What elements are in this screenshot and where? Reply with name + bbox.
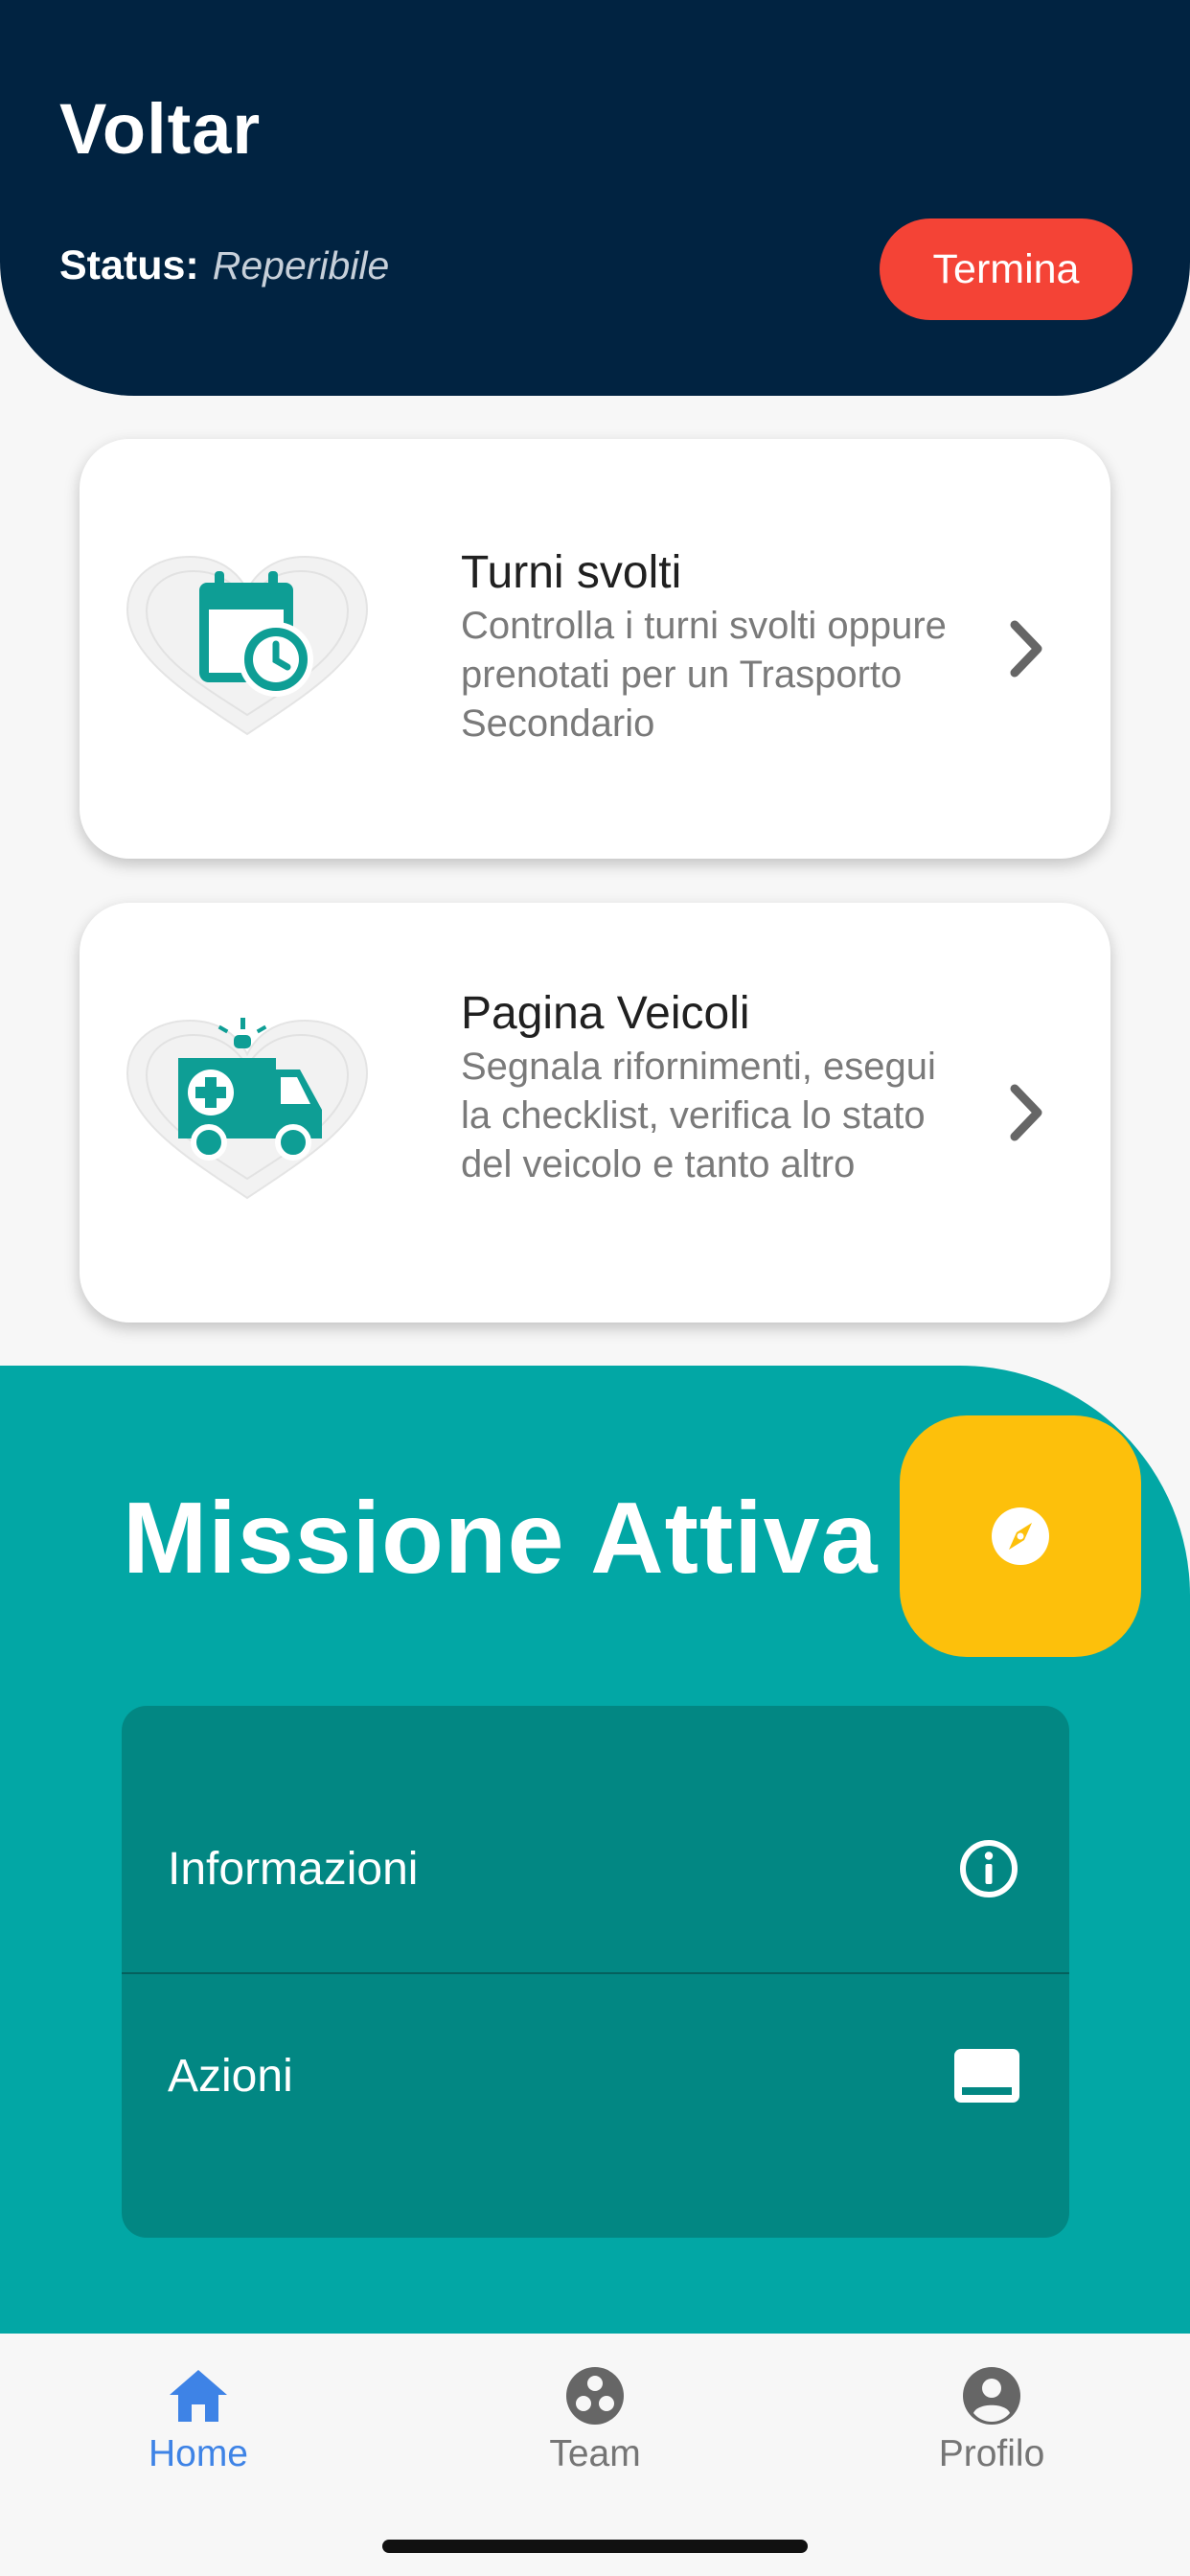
home-indicator (382, 2540, 808, 2553)
info-label: Informazioni (168, 1843, 419, 1895)
chevron-right-icon (997, 439, 1055, 859)
card-description: Controlla i turni svolti oppure prenotat… (461, 605, 947, 745)
nav-profile-label: Profilo (938, 2433, 1045, 2474)
info-row[interactable]: Informazioni (122, 1765, 1069, 1972)
chevron-right-icon (997, 903, 1055, 1322)
shifts-card[interactable]: Turni svolti Controlla i turni svolti op… (80, 439, 1110, 859)
status-label: Status: (59, 242, 199, 288)
compass-icon (992, 1507, 1049, 1565)
calendar-clock-icon (123, 552, 372, 744)
card-title: Pagina Veicoli (461, 988, 750, 1039)
actions-row[interactable]: Azioni (122, 1972, 1069, 2179)
card-description: Segnala rifornimenti, esegui la checklis… (461, 1046, 936, 1185)
vehicles-card[interactable]: Pagina Veicoli Segnala rifornimenti, ese… (80, 903, 1110, 1322)
nav-team[interactable]: Team (499, 2362, 691, 2475)
nav-team-label: Team (549, 2433, 641, 2474)
status-value: Reperibile (212, 243, 390, 288)
profile-icon (963, 2367, 1020, 2425)
app-title: Voltar (59, 89, 262, 169)
header: Voltar Status: Reperibile Termina (0, 0, 1190, 396)
card-title: Turni svolti (461, 547, 682, 598)
nav-home[interactable]: Home (103, 2362, 294, 2475)
home-icon (170, 2370, 227, 2422)
nav-profile[interactable]: Profilo (896, 2362, 1087, 2475)
active-mission-section: Missione Attiva Informazioni Azioni (0, 1366, 1190, 2334)
ambulance-icon (123, 1016, 372, 1208)
navigate-button[interactable] (900, 1415, 1141, 1657)
info-icon (960, 1840, 1018, 1898)
bottom-sheet-icon (954, 2049, 1019, 2103)
actions-label: Azioni (168, 2050, 293, 2102)
mission-title: Missione Attiva (123, 1482, 879, 1595)
status-row: Status: Reperibile (59, 242, 389, 289)
mission-panel: Informazioni Azioni (122, 1706, 1069, 2238)
nav-home-label: Home (148, 2433, 249, 2474)
team-icon (566, 2367, 624, 2425)
end-shift-button[interactable]: Termina (880, 218, 1133, 320)
